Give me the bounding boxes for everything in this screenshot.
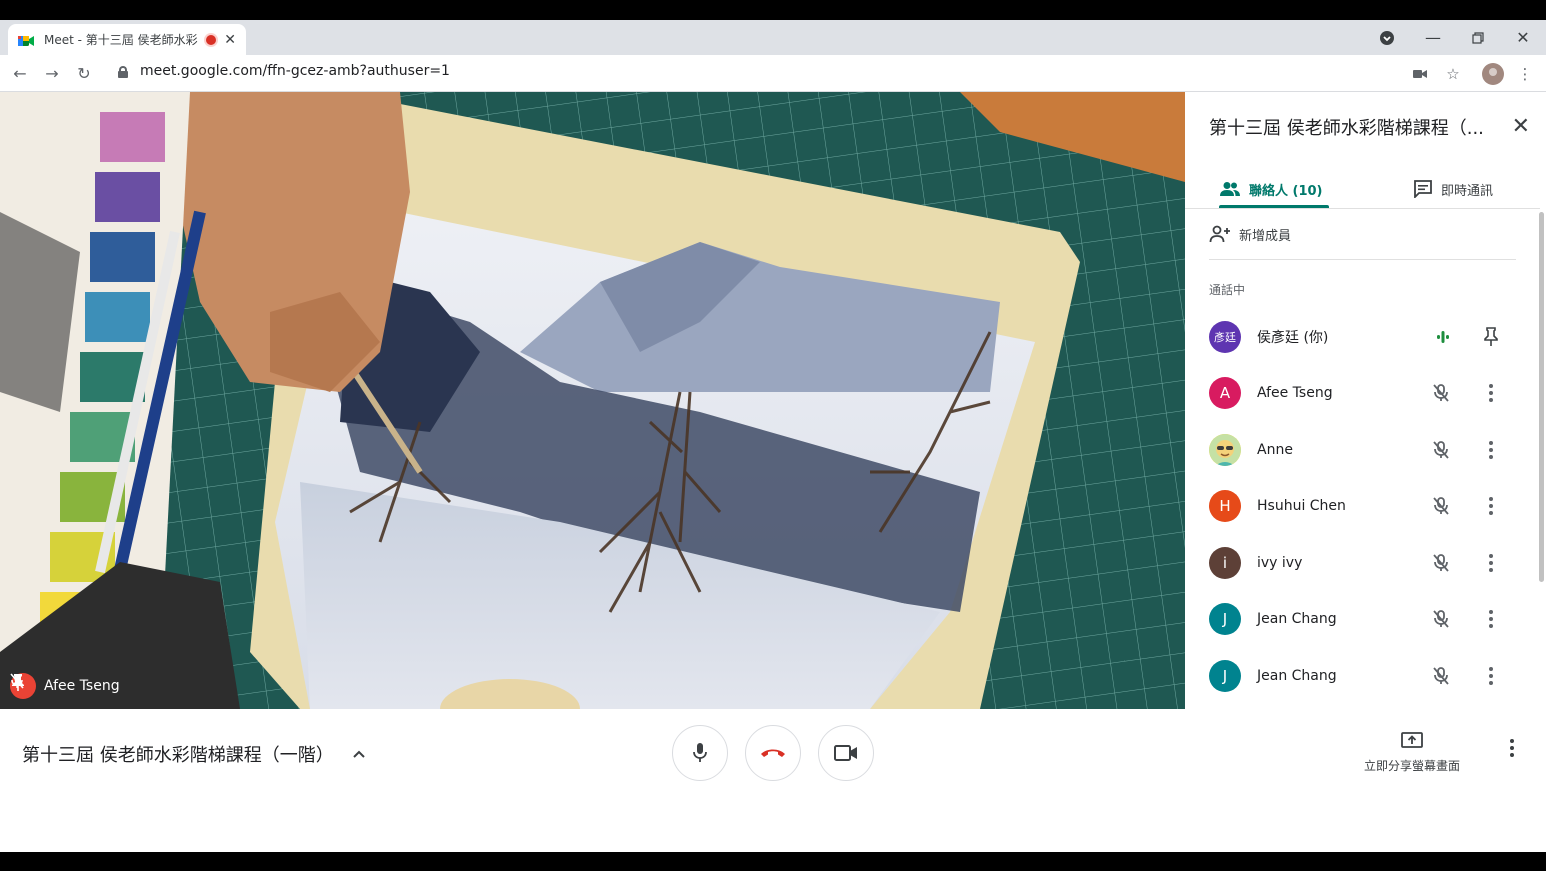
lock-icon (118, 65, 128, 78)
close-icon[interactable]: ✕ (224, 32, 236, 48)
restore-icon[interactable] (1455, 20, 1501, 55)
participant-name: Jean Chang (1257, 668, 1337, 684)
mic-off-icon (1433, 441, 1449, 459)
video-stage[interactable]: Afee Tseng (0, 92, 1185, 709)
people-icon (1220, 182, 1240, 196)
participant-row[interactable]: J Jean Chang (1209, 656, 1519, 696)
chevron-up-icon (353, 750, 365, 758)
mic-off-icon (1433, 497, 1449, 515)
section-label-in-call: 通話中 (1209, 283, 1246, 297)
pin-icon[interactable] (1483, 327, 1499, 347)
mic-off-icon (1433, 384, 1449, 402)
present-icon (1401, 732, 1423, 748)
avatar: i (1209, 547, 1241, 579)
recording-dot (206, 34, 217, 45)
speaking-indicator-icon (1437, 331, 1449, 343)
more-options-icon[interactable] (1481, 494, 1501, 518)
hangup-button[interactable] (745, 725, 801, 781)
profile-avatar[interactable] (1482, 63, 1504, 85)
tab-people-label: 聯絡人 (10) (1249, 183, 1323, 199)
avatar: J (1209, 603, 1241, 635)
present-now-button[interactable]: 立即分享螢幕畫面 (1358, 731, 1466, 774)
browser-tabstrip: Meet - 第十三屆 侯老師水彩 ✕ — ✕ (0, 20, 1546, 55)
close-icon[interactable]: ✕ (1512, 114, 1530, 139)
participant-row[interactable]: H Hsuhui Chen (1209, 486, 1519, 526)
participants-panel: 第十三屆 侯老師水彩階梯課程（... ✕ 聯絡人 (10) 即時通訊 新增成員 … (1185, 92, 1546, 709)
mic-off-icon (1433, 610, 1449, 628)
panel-scrollbar[interactable] (1539, 212, 1544, 582)
divider (1185, 208, 1540, 209)
participant-name: Jean Chang (1257, 611, 1337, 627)
present-label: 立即分享螢幕畫面 (1363, 759, 1460, 773)
kebab-icon[interactable]: ⋮ (1514, 63, 1536, 85)
avatar: 彥廷 (1209, 321, 1241, 353)
camera-icon[interactable] (1409, 63, 1431, 85)
participant-row[interactable]: 彥廷 侯彥廷 (你) (1209, 317, 1519, 357)
url-text: meet.google.com/ffn-gcez-amb?authuser=1 (140, 63, 450, 79)
mic-icon (693, 743, 707, 762)
back-icon[interactable]: ← (8, 61, 32, 85)
avatar: J (1209, 660, 1241, 692)
mic-off-icon (1433, 667, 1449, 685)
tab-chat-label: 即時通訊 (1441, 183, 1494, 199)
address-bar: ← → ↻ meet.google.com/ffn-gcez-amb?authu… (0, 55, 1546, 92)
mic-off-icon (10, 673, 36, 699)
add-person-icon (1209, 225, 1230, 243)
star-icon[interactable]: ☆ (1442, 63, 1464, 85)
more-options-icon[interactable] (1481, 551, 1501, 575)
panel-title: 第十三屆 侯老師水彩階梯課程（... (1209, 118, 1484, 139)
chat-icon (1414, 180, 1432, 198)
participant-name: Afee Tseng (1257, 385, 1333, 401)
participant-name: ivy ivy (1257, 555, 1303, 571)
camera-icon (834, 745, 857, 761)
participant-row[interactable]: A Afee Tseng (1209, 373, 1519, 413)
screen: Meet - 第十三屆 侯老師水彩 ✕ — ✕ ← → ↻ meet.googl… (0, 0, 1546, 871)
meeting-details-toggle[interactable]: 第十三屆 侯老師水彩階梯課程（一階） (22, 741, 366, 767)
more-options-icon[interactable] (1481, 381, 1501, 405)
mic-button[interactable] (672, 725, 728, 781)
tab-chat[interactable]: 即時通訊 (1413, 170, 1493, 208)
presenter-name: Afee Tseng (44, 678, 120, 694)
mic-off-icon (1433, 554, 1449, 572)
avatar: A (1209, 377, 1241, 409)
participant-row[interactable]: J Jean Chang (1209, 599, 1519, 639)
more-options-icon[interactable] (1481, 607, 1501, 631)
avatar-image (1209, 434, 1241, 466)
url-field[interactable]: meet.google.com/ffn-gcez-amb?authuser=1 (118, 63, 450, 79)
participant-name: Hsuhui Chen (1257, 498, 1346, 514)
video-frame (0, 92, 1185, 709)
add-member-label: 新增成員 (1239, 228, 1292, 244)
avatar (1209, 434, 1241, 466)
media-icon[interactable] (1364, 20, 1410, 55)
tab-title: Meet - 第十三屆 侯老師水彩 (44, 33, 198, 47)
forward-icon[interactable]: → (40, 61, 64, 85)
browser-tab-meet[interactable]: Meet - 第十三屆 侯老師水彩 ✕ (8, 24, 246, 55)
meeting-title: 第十三屆 侯老師水彩階梯課程（一階） (22, 745, 334, 766)
more-options-icon[interactable] (1481, 664, 1501, 688)
reload-icon[interactable]: ↻ (72, 61, 96, 85)
divider (1209, 259, 1516, 260)
participant-row[interactable]: i ivy ivy (1209, 543, 1519, 583)
minimize-icon[interactable]: — (1410, 20, 1456, 55)
window-close-icon[interactable]: ✕ (1500, 20, 1546, 55)
presenter-label: Afee Tseng (10, 673, 120, 699)
meet-favicon (18, 33, 34, 47)
kebab-icon[interactable] (1510, 739, 1514, 757)
avatar: H (1209, 490, 1241, 522)
participant-name: Anne (1257, 442, 1293, 458)
bottom-bar: 第十三屆 侯老師水彩階梯課程（一階） 立即分享螢幕畫面 (0, 709, 1546, 852)
participant-row[interactable]: Anne (1209, 430, 1519, 470)
more-options-icon[interactable] (1481, 438, 1501, 462)
add-member-button[interactable]: 新增成員 (1209, 222, 1291, 246)
participant-name: 侯彥廷 (你) (1257, 330, 1329, 346)
camera-button[interactable] (818, 725, 874, 781)
hangup-icon (761, 749, 785, 757)
tab-people[interactable]: 聯絡人 (10) (1219, 170, 1328, 208)
